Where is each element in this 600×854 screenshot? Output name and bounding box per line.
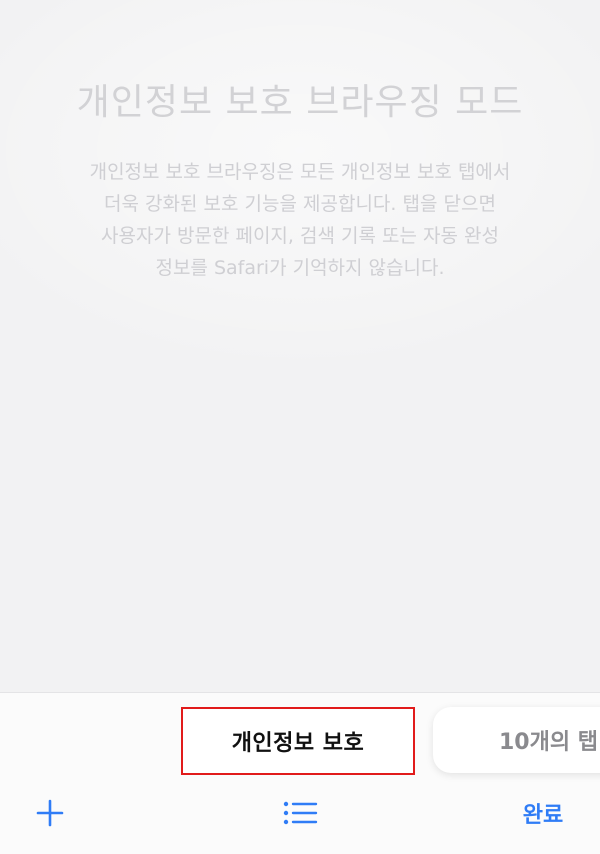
- private-browsing-tab-overview: 개인정보 보호 브라우징 모드 개인정보 보호 브라우징은 모든 개인정보 보호…: [0, 0, 600, 854]
- description-line: 정보를 Safari가 기억하지 않습니다.: [155, 257, 445, 279]
- tab-groups-button[interactable]: [278, 793, 322, 833]
- tab-group-tabs[interactable]: 10개의 탭: [433, 707, 600, 773]
- description-line: 개인정보 보호 브라우징은 모든 개인정보 보호 탭에서: [89, 161, 511, 183]
- description-line: 사용자가 방문한 페이지, 검색 기록 또는 자동 완성: [101, 225, 499, 247]
- description-line: 더욱 강화된 보호 기능을 제공합니다. 탭을 닫으면: [104, 193, 496, 215]
- private-browsing-empty-state: 개인정보 보호 브라우징 모드 개인정보 보호 브라우징은 모든 개인정보 보호…: [0, 78, 600, 284]
- empty-state-description: 개인정보 보호 브라우징은 모든 개인정보 보호 탭에서 더욱 강화된 보호 기…: [40, 156, 560, 284]
- tab-group-private[interactable]: 개인정보 보호: [181, 707, 415, 775]
- empty-state-title: 개인정보 보호 브라우징 모드: [76, 82, 524, 123]
- plus-icon: [36, 799, 64, 827]
- list-icon: [283, 801, 318, 825]
- done-button[interactable]: 완료: [510, 793, 576, 833]
- new-tab-button[interactable]: [28, 793, 72, 833]
- bottom-toolbar: 개인정보 보호 10개의 탭 완료: [0, 692, 600, 854]
